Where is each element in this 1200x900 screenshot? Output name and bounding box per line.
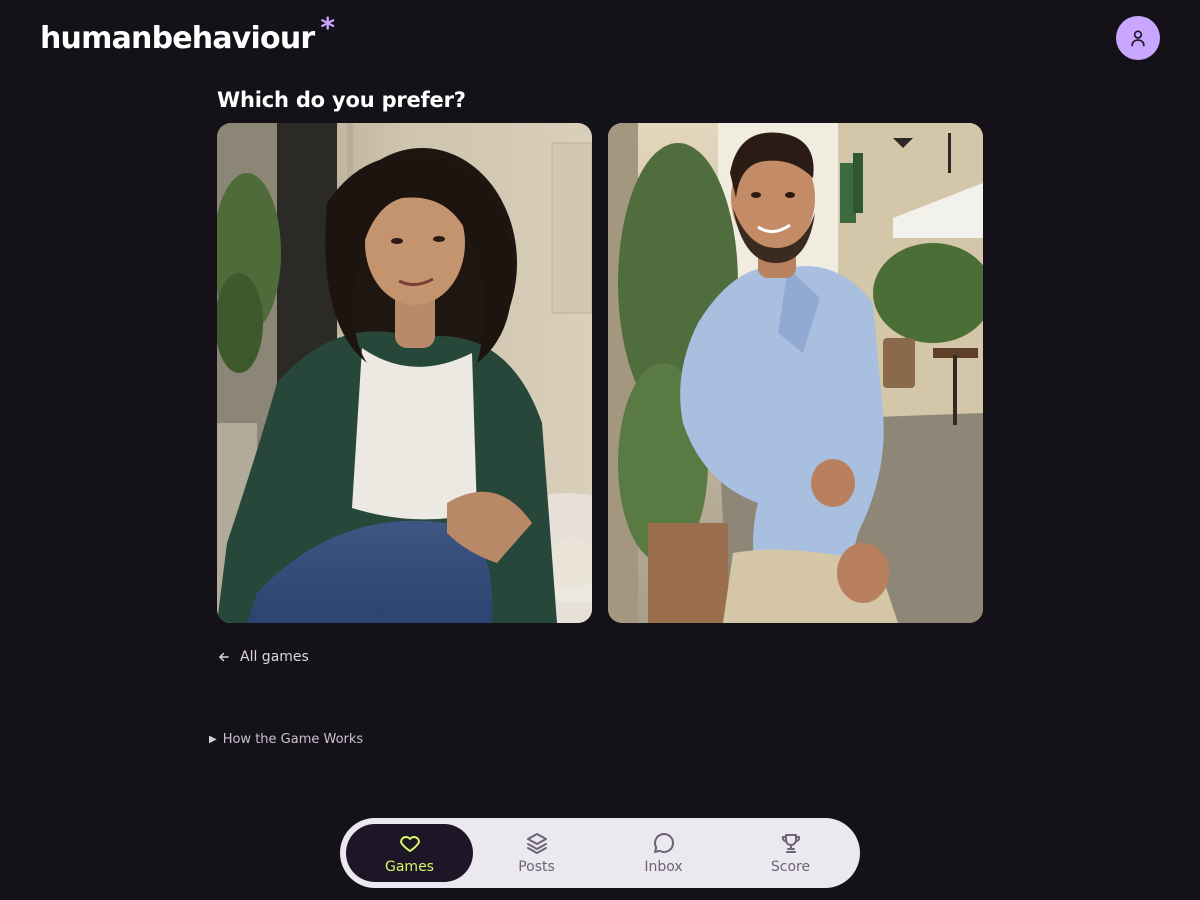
bottom-nav: Games Posts Inbox Score [340, 818, 860, 888]
man-photo [608, 123, 983, 623]
nav-label-inbox: Inbox [644, 858, 683, 875]
heart-icon [399, 835, 420, 852]
app-root: humanbehaviour * Which do you prefer? Al… [0, 0, 1200, 900]
woman-photo [217, 123, 592, 623]
arrow-left-icon [219, 652, 229, 662]
photo-option-left[interactable] [217, 123, 592, 623]
how-game-works-toggle[interactable]: ▶ How the Game Works [209, 731, 363, 749]
all-games-label: All games [240, 649, 309, 665]
nav-label-score: Score [770, 858, 811, 875]
question-title: Which do you prefer? [217, 88, 466, 112]
nav-tab-posts[interactable]: Posts [473, 824, 600, 882]
logo-star: * [320, 11, 335, 44]
trophy-icon [781, 833, 800, 853]
how-game-works-label: How the Game Works [222, 732, 364, 747]
profile-avatar-button[interactable] [1116, 16, 1160, 60]
photo-option-right[interactable] [608, 123, 983, 623]
all-games-link[interactable]: All games [217, 647, 309, 667]
logo-text: humanbehaviour [40, 21, 315, 56]
nav-tab-score[interactable]: Score [727, 824, 854, 882]
logo[interactable]: humanbehaviour * [40, 13, 335, 59]
user-icon [1131, 30, 1145, 47]
disclosure-triangle-icon: ▶ [209, 734, 217, 745]
nav-tab-games[interactable]: Games [346, 824, 473, 882]
nav-tab-inbox[interactable]: Inbox [600, 824, 727, 882]
nav-label-posts: Posts [518, 858, 555, 875]
nav-label-games: Games [385, 858, 434, 875]
chat-bubble-icon [653, 832, 674, 853]
layers-icon [526, 832, 547, 854]
